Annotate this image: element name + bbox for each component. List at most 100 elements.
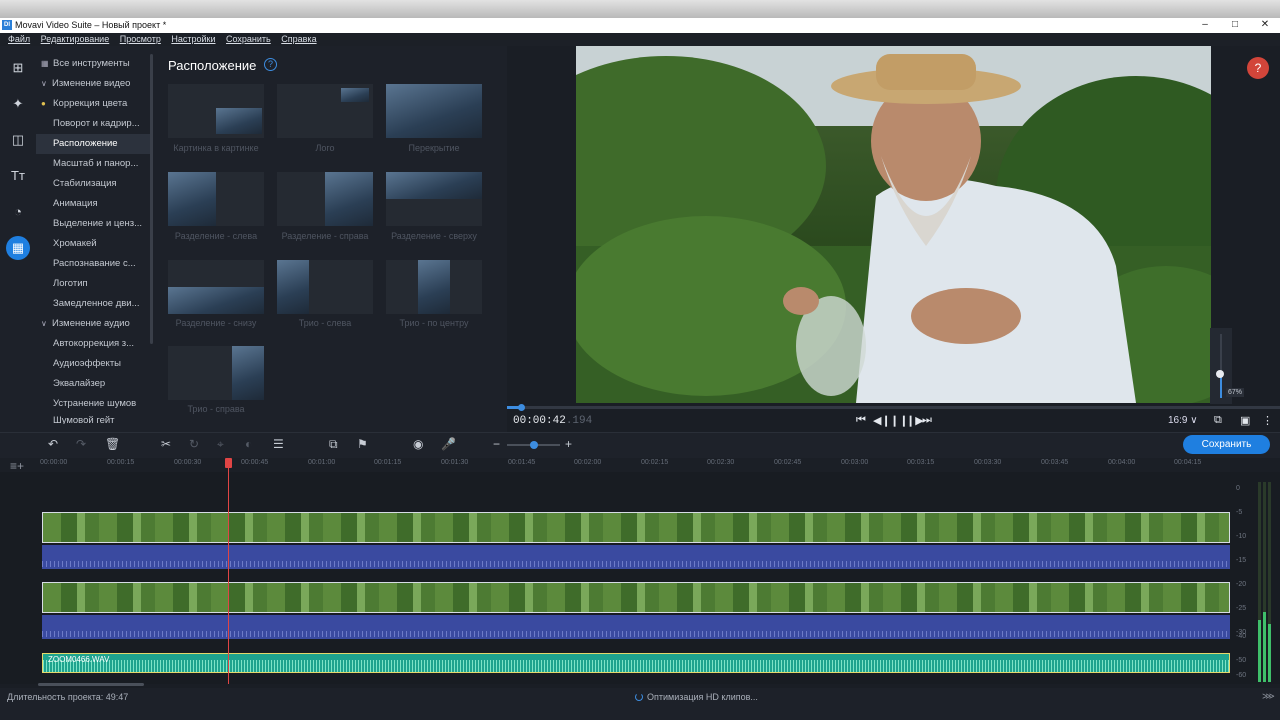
volume-tooltip: 67%: [1226, 388, 1245, 397]
sidebar-item-denoise[interactable]: Устранение шумов: [36, 394, 150, 414]
menu-save[interactable]: Сохранить: [226, 33, 271, 46]
tile-logo[interactable]: [277, 84, 373, 138]
playhead-handle[interactable]: [225, 458, 232, 468]
sidebar-item-autocorrect[interactable]: Автокоррекция з...: [36, 334, 150, 354]
video-clip-2[interactable]: [42, 582, 1230, 613]
titles-icon[interactable]: Tт: [6, 164, 30, 188]
zoom-slider-handle[interactable]: [530, 441, 538, 449]
tile-pip[interactable]: [168, 84, 264, 138]
sidebar-item-recognition[interactable]: Распознавание с...: [36, 254, 150, 274]
tile-label: Трио - слева: [298, 318, 352, 328]
sidebar-item-censor[interactable]: Выделение и ценз...: [36, 214, 150, 234]
sidebar-item-color[interactable]: ● Коррекция цвета: [36, 94, 150, 114]
meter-label: -25: [1236, 605, 1247, 612]
sidebar-item-slowmo[interactable]: Замедленное дви...: [36, 294, 150, 314]
menu-file[interactable]: Файл: [8, 33, 30, 46]
ruler-tick: 00:03:15: [907, 459, 935, 466]
color-icon[interactable]: ◐: [245, 437, 252, 451]
tile-split-top[interactable]: [386, 172, 482, 226]
timeline-ruler[interactable]: 00:00:00 00:00:15 00:00:30 00:00:45 00:0…: [36, 458, 1230, 472]
sidebar-item-stabilize[interactable]: Стабилизация: [36, 174, 150, 194]
step-back-icon[interactable]: ◀❙: [873, 414, 891, 427]
menu-settings[interactable]: Настройки: [171, 33, 215, 46]
transitions-icon[interactable]: ◫: [6, 128, 30, 152]
status-progress: Оптимизация HD клипов...: [635, 692, 758, 702]
project-duration: Длительность проекта: 49:47: [7, 692, 129, 702]
sidebar-item-all-tools[interactable]: ▦ Все инструменты: [36, 54, 150, 74]
video-preview[interactable]: [576, 46, 1211, 403]
sidebar-item-chromakey[interactable]: Хромакей: [36, 234, 150, 254]
minimize-icon[interactable]: –: [1190, 18, 1220, 33]
ruler-tick: 00:02:45: [774, 459, 802, 466]
aspect-ratio-select[interactable]: 16:9 ∨: [1168, 415, 1198, 426]
sidebar-item-layout[interactable]: Расположение: [36, 134, 150, 154]
skip-start-icon[interactable]: ⏮: [856, 414, 866, 427]
resize-grip-icon[interactable]: ⋙: [1262, 691, 1275, 702]
dot-icon: ●: [41, 99, 46, 108]
save-button[interactable]: Сохранить: [1183, 435, 1270, 454]
more-tools-icon[interactable]: ▦: [6, 236, 30, 260]
add-track-icon[interactable]: ≡+: [10, 459, 24, 473]
menu-edit[interactable]: Редактирование: [41, 33, 110, 46]
fullscreen-icon[interactable]: ⧉: [1214, 414, 1222, 427]
zoom-out-icon[interactable]: −: [493, 437, 500, 451]
ruler-tick: 00:04:00: [1108, 459, 1136, 466]
sidebar-group-audio[interactable]: ∨ Изменение аудио: [36, 314, 150, 334]
skip-end-icon[interactable]: ⏭: [922, 414, 932, 427]
help-icon[interactable]: ?: [264, 58, 277, 71]
redo-icon[interactable]: ↷: [76, 437, 86, 451]
playhead[interactable]: [228, 458, 229, 684]
maximize-icon[interactable]: □: [1220, 18, 1250, 33]
cut-icon[interactable]: ✂: [161, 437, 171, 451]
sidebar-item-animation[interactable]: Анимация: [36, 194, 150, 214]
undo-icon[interactable]: ↶: [48, 437, 58, 451]
tile-split-right[interactable]: [277, 172, 373, 226]
menu-help[interactable]: Справка: [281, 33, 316, 46]
video-clip-1[interactable]: [42, 512, 1230, 543]
rotate-icon[interactable]: ↻: [189, 437, 199, 451]
stickers-icon[interactable]: ◔: [6, 200, 30, 224]
crop-icon[interactable]: ⌖: [217, 437, 224, 452]
marker-icon[interactable]: ⚑: [357, 437, 368, 451]
audio-clip-1[interactable]: [42, 545, 1230, 569]
meter-label: -60: [1236, 672, 1247, 679]
help-button[interactable]: ?: [1247, 57, 1269, 79]
tile-overlay[interactable]: [386, 84, 482, 138]
close-icon[interactable]: ✕: [1250, 18, 1280, 33]
meter-label: 0: [1236, 485, 1240, 492]
sidebar-group-video[interactable]: ∨ Изменение видео: [36, 74, 150, 94]
sidebar-item-zoom[interactable]: Масштаб и панор...: [36, 154, 150, 174]
import-icon[interactable]: ⊞: [6, 56, 30, 80]
tile-trio-left[interactable]: [277, 260, 373, 314]
sidebar-item-equalizer[interactable]: Эквалайзер: [36, 374, 150, 394]
overlay-icon[interactable]: ⧉: [329, 437, 338, 452]
preview-scrubber[interactable]: [507, 406, 1280, 409]
tile-trio-center[interactable]: [386, 260, 482, 314]
delete-icon[interactable]: 🗑: [105, 437, 120, 451]
timeline-scrollbar[interactable]: [38, 683, 144, 686]
menu-view[interactable]: Просмотр: [120, 33, 161, 46]
more-icon[interactable]: ⋮: [1262, 414, 1273, 427]
ruler-tick: 00:02:00: [574, 459, 602, 466]
ruler-tick: 00:01:00: [308, 459, 336, 466]
magic-wand-icon[interactable]: ✦: [6, 92, 30, 116]
sidebar-item-noisegate[interactable]: Шумовой гейт: [36, 414, 150, 424]
audio-clip-2[interactable]: [42, 615, 1230, 639]
snapshot-icon[interactable]: ▣: [1240, 414, 1250, 427]
tile-split-left[interactable]: [168, 172, 264, 226]
ruler-tick: 00:00:15: [107, 459, 135, 466]
sidebar-item-audiofx[interactable]: Аудиоэффекты: [36, 354, 150, 374]
zoom-in-icon[interactable]: +: [565, 437, 572, 451]
webcam-icon[interactable]: ◉: [413, 437, 423, 451]
music-clip[interactable]: ZOOM0466.WAV: [42, 653, 1230, 673]
scrubber-handle[interactable]: [518, 404, 525, 411]
sidebar-item-rotate[interactable]: Поворот и кадрир...: [36, 114, 150, 134]
microphone-icon[interactable]: 🎤: [441, 437, 456, 451]
clip-properties-icon[interactable]: ☰: [273, 437, 284, 451]
sidebar-scrollbar[interactable]: [150, 54, 153, 344]
tile-split-bottom[interactable]: [168, 260, 264, 314]
meter-label: -10: [1236, 533, 1247, 540]
tile-trio-right[interactable]: [168, 346, 264, 400]
sidebar-item-logo[interactable]: Логотип: [36, 274, 150, 294]
top-strip: [0, 0, 1280, 18]
